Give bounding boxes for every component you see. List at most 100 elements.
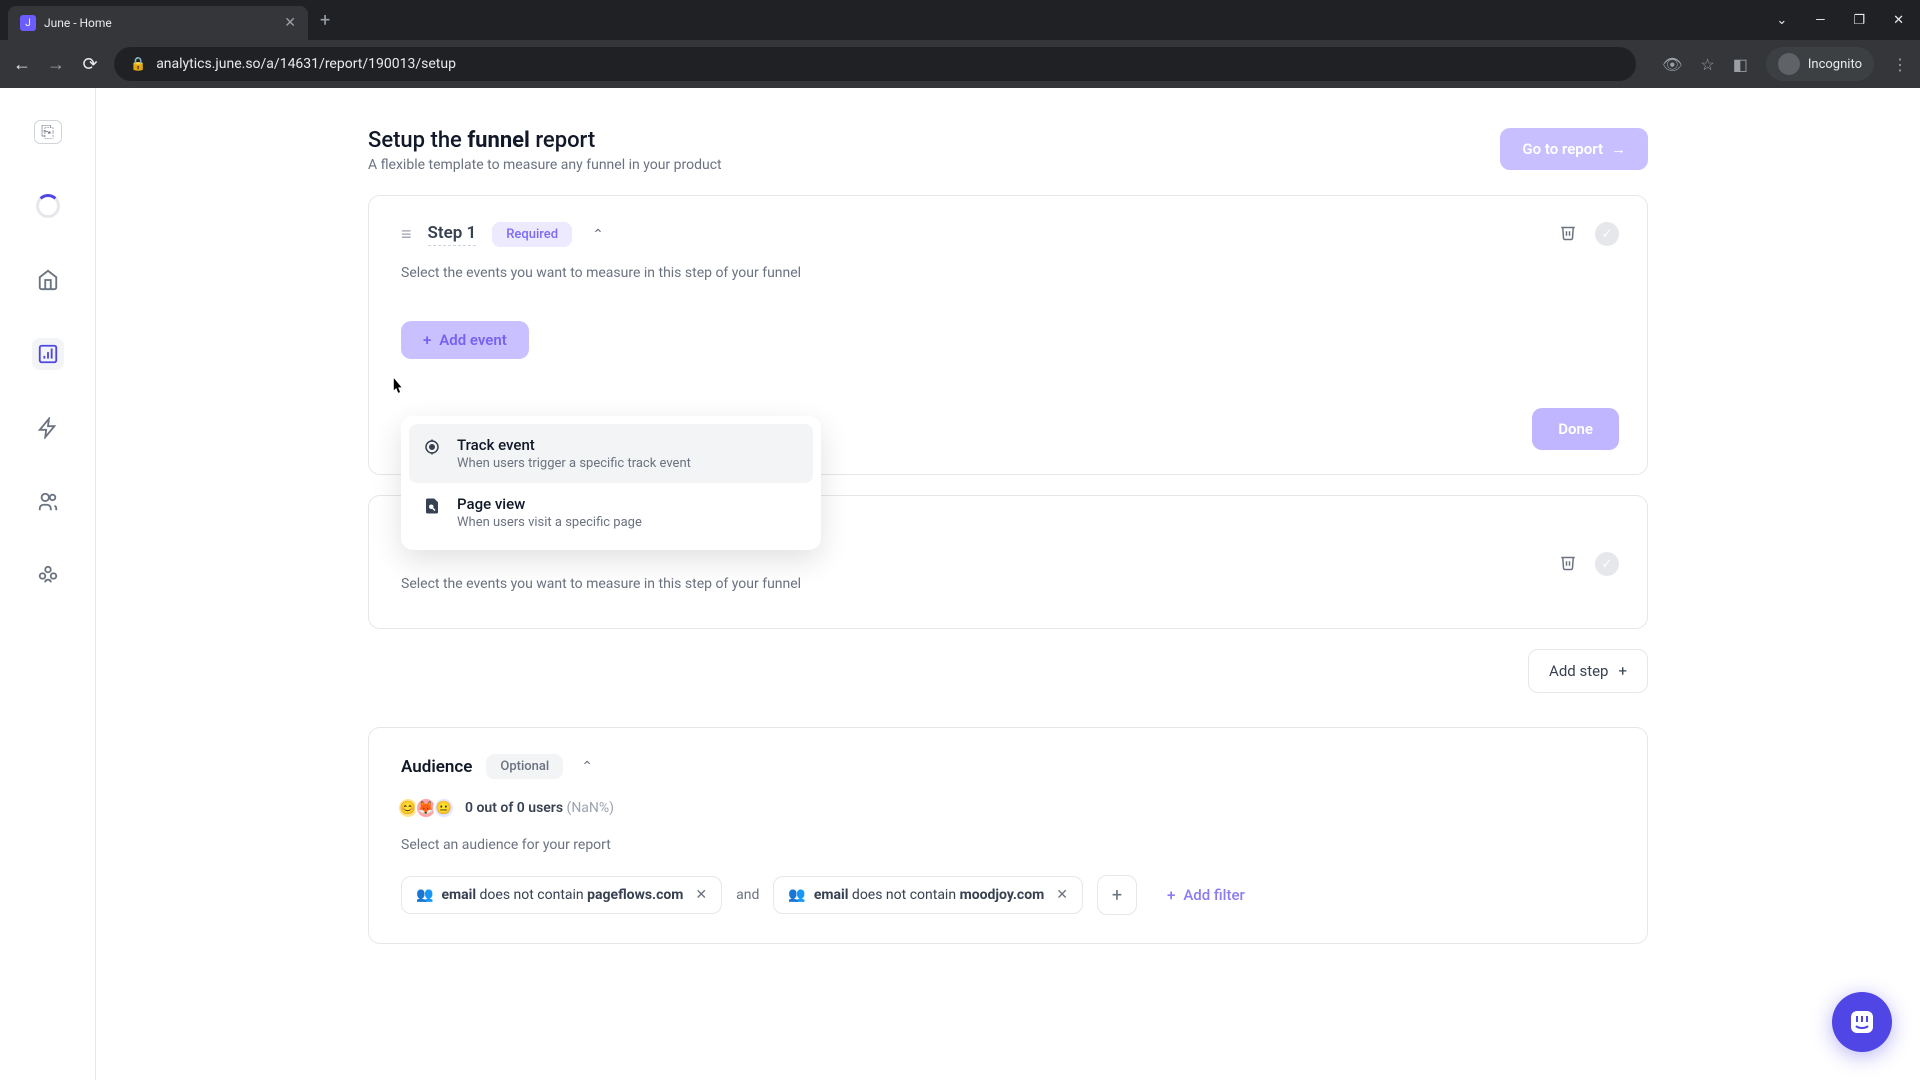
plus-icon: +: [423, 331, 431, 349]
nav-users[interactable]: [32, 486, 64, 518]
chevron-up-icon[interactable]: ⌃: [581, 759, 593, 775]
incognito-avatar-icon: [1778, 53, 1800, 75]
click-icon: [423, 438, 443, 471]
add-event-label: Add event: [439, 331, 507, 349]
collapse-nav-button[interactable]: ⎘: [32, 116, 64, 148]
filters-row: 👥 email does not contain pageflows.com ✕…: [401, 875, 1615, 915]
new-tab-button[interactable]: +: [320, 10, 330, 31]
go-to-report-label: Go to report: [1522, 140, 1603, 158]
url-text: analytics.june.so/a/14631/report/190013/…: [156, 56, 456, 72]
user-pct: (NaN%): [567, 800, 615, 816]
plus-icon: +: [1167, 886, 1175, 904]
required-badge: Required: [492, 222, 572, 247]
nav-events[interactable]: [32, 412, 64, 444]
toolbar-right: 👁 ☆ ◧ Incognito ⋮: [1662, 47, 1908, 81]
user-count: 0 out of 0 users: [465, 800, 563, 816]
filter-chip-1[interactable]: 👥 email does not contain pageflows.com ✕: [401, 876, 722, 914]
step-1-title[interactable]: Step 1: [428, 223, 477, 246]
add-step-button[interactable]: Add step +: [1528, 649, 1648, 693]
browser-toolbar: ← → ⟳ 🔒 analytics.june.so/a/14631/report…: [0, 40, 1920, 88]
title-bold: funnel: [467, 128, 530, 153]
people-icon: 👥: [788, 887, 805, 903]
add-filter-plus[interactable]: +: [1097, 875, 1137, 915]
avatar-emoji-3: 😐: [433, 797, 455, 819]
audience-title: Audience: [401, 757, 472, 777]
close-window-icon[interactable]: ✕: [1893, 13, 1904, 28]
close-tab-icon[interactable]: ✕: [284, 15, 296, 31]
loading-spinner: [32, 190, 64, 222]
add-step-label: Add step: [1549, 662, 1608, 680]
url-bar[interactable]: 🔒 analytics.june.so/a/14631/report/19001…: [114, 47, 1636, 81]
chevron-up-icon[interactable]: ⌃: [592, 227, 604, 243]
app-container: ⎘ Setup the funnel report: [0, 88, 1920, 1080]
plus-icon: +: [1618, 662, 1627, 680]
menu-icon[interactable]: ⋮: [1892, 55, 1908, 74]
audience-card: Audience Optional ⌃ 😊 🦊 😐 0 out of 0 use…: [368, 727, 1648, 944]
step-1-actions: ✓: [1559, 222, 1619, 246]
filter-and-separator: and: [736, 887, 759, 903]
add-filter-button[interactable]: + Add filter: [1167, 886, 1245, 904]
add-filter-label: Add filter: [1183, 886, 1245, 904]
main-content: Setup the funnel report A flexible templ…: [96, 88, 1920, 1080]
tab-title: June - Home: [44, 16, 276, 30]
reload-button[interactable]: ⟳: [80, 54, 100, 75]
arrow-right-icon: →: [1611, 140, 1626, 158]
dropdown-chevron-icon[interactable]: ⌄: [1776, 13, 1787, 28]
favicon-icon: J: [20, 15, 36, 31]
spinner-icon: [36, 194, 60, 218]
track-event-sub: When users trigger a specific track even…: [457, 456, 691, 471]
go-to-report-button[interactable]: Go to report →: [1500, 128, 1648, 170]
user-count-row: 😊 🦊 😐 0 out of 0 users (NaN%): [401, 797, 1615, 819]
intercom-button[interactable]: [1832, 992, 1892, 1052]
maximize-icon[interactable]: ❐: [1853, 13, 1865, 28]
page-icon: [423, 497, 443, 530]
nav-teams[interactable]: [32, 560, 64, 592]
back-button[interactable]: ←: [12, 54, 32, 75]
step-1-header: ≡ Step 1 Required ⌃: [401, 222, 1615, 247]
step-1-description: Select the events you want to measure in…: [401, 265, 1615, 281]
track-event-title: Track event: [457, 436, 691, 454]
avatar-cluster: 😊 🦊 😐: [401, 797, 455, 819]
remove-filter-icon[interactable]: ✕: [1056, 887, 1068, 903]
delete-step-icon[interactable]: [1559, 223, 1577, 245]
step-2-description: Select the events you want to measure in…: [401, 576, 1615, 592]
filter-text: email does not contain moodjoy.com: [814, 887, 1044, 903]
title-suffix: report: [530, 128, 595, 153]
optional-badge: Optional: [486, 754, 563, 779]
filter-chip-2[interactable]: 👥 email does not contain moodjoy.com ✕: [773, 876, 1083, 914]
expand-icon: ⎘: [34, 120, 62, 144]
page-header: Setup the funnel report A flexible templ…: [368, 128, 1648, 173]
people-icon: 👥: [416, 887, 433, 903]
audience-description: Select an audience for your report: [401, 837, 1615, 853]
add-event-dropdown: Track event When users trigger a specifi…: [401, 416, 821, 550]
step-2-actions: ✓: [1559, 552, 1619, 576]
dropdown-page-view[interactable]: Page view When users visit a specific pa…: [409, 483, 813, 542]
lock-icon: 🔒: [130, 57, 146, 72]
incognito-badge[interactable]: Incognito: [1766, 47, 1874, 81]
forward-button[interactable]: →: [46, 54, 66, 75]
page-view-title: Page view: [457, 495, 642, 513]
dropdown-track-event[interactable]: Track event When users trigger a specifi…: [409, 424, 813, 483]
remove-filter-icon[interactable]: ✕: [695, 887, 707, 903]
drag-handle-icon[interactable]: ≡: [401, 224, 412, 245]
minimize-icon[interactable]: —: [1815, 13, 1825, 28]
nav-home[interactable]: [32, 264, 64, 296]
delete-step-2-icon[interactable]: [1559, 553, 1577, 575]
user-count-text: 0 out of 0 users (NaN%): [465, 800, 614, 816]
page-subtitle: A flexible template to measure any funne…: [368, 157, 722, 173]
browser-tab[interactable]: J June - Home ✕: [8, 6, 308, 40]
eye-off-icon[interactable]: 👁: [1662, 55, 1682, 74]
audience-header: Audience Optional ⌃: [401, 754, 1615, 779]
step-2-status-icon: ✓: [1595, 552, 1619, 576]
page-view-sub: When users visit a specific page: [457, 515, 642, 530]
extensions-icon[interactable]: ◧: [1733, 55, 1748, 74]
done-button[interactable]: Done: [1532, 408, 1619, 450]
left-nav: ⎘: [0, 88, 96, 1080]
add-event-button[interactable]: + Add event: [401, 321, 529, 359]
browser-tab-bar: J June - Home ✕ + ⌄ — ❐ ✕: [0, 0, 1920, 40]
step-1-card: ≡ Step 1 Required ⌃ ✓ Select the events …: [368, 195, 1648, 475]
title-prefix: Setup the: [368, 128, 467, 153]
nav-reports[interactable]: [32, 338, 64, 370]
incognito-label: Incognito: [1808, 57, 1862, 72]
bookmark-icon[interactable]: ☆: [1700, 55, 1714, 74]
